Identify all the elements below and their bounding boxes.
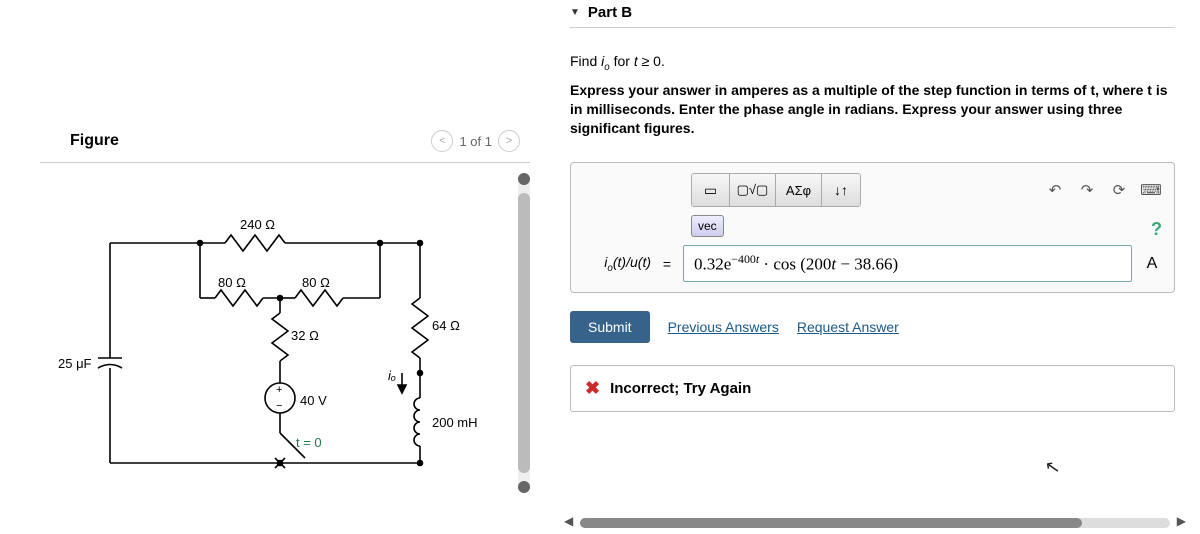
label-r64: 64 Ω (432, 318, 460, 333)
figure-title: Figure (70, 132, 119, 150)
label-r240: 240 Ω (240, 217, 275, 232)
label-r32: 32 Ω (291, 328, 319, 343)
answer-variable-label: io(t)/u(t) (581, 254, 651, 274)
undo-button[interactable]: ↶ (1042, 177, 1068, 203)
subscript-button[interactable]: ↓↑ (822, 174, 860, 206)
circuit-svg: + − (80, 203, 500, 483)
label-io: iₒ (388, 368, 396, 383)
label-t0: t = 0 (296, 435, 322, 450)
figure-vscroll[interactable] (518, 173, 530, 493)
figure-panel: Figure < 1 of 1 > (0, 0, 540, 534)
feedback-box: ✖ Incorrect; Try Again (570, 365, 1175, 412)
templates-button[interactable]: ▢√▢ (730, 174, 776, 206)
label-r80b: 80 Ω (302, 275, 330, 290)
keyboard-button[interactable]: ⌨ (1138, 177, 1164, 203)
part-header[interactable]: ▼ Part B (570, 0, 1175, 28)
label-l200: 200 mH (432, 415, 478, 430)
question-instructions: Express your answer in amperes as a mult… (570, 81, 1175, 138)
greek-button[interactable]: ΑΣφ (776, 174, 822, 206)
figure-pager: < 1 of 1 > (431, 130, 520, 152)
label-c25: 25 μF (58, 356, 92, 371)
answer-unit: A (1140, 255, 1164, 273)
equals-sign: = (659, 256, 675, 272)
redo-button[interactable]: ↷ (1074, 177, 1100, 203)
answer-input[interactable]: 0.32e−400t · cos (200t − 38.66) (683, 245, 1132, 282)
previous-answers-link[interactable]: Previous Answers (668, 319, 779, 335)
request-answer-link[interactable]: Request Answer (797, 319, 899, 335)
label-r80a: 80 Ω (218, 275, 246, 290)
figure-prev-button[interactable]: < (431, 130, 453, 152)
feedback-text: Incorrect; Try Again (610, 380, 751, 397)
circuit-diagram: + − 240 Ω 80 Ω 80 Ω 32 Ω 64 Ω 25 μF 40 V… (80, 203, 500, 483)
reset-button[interactable]: ⟳ (1106, 177, 1132, 203)
svg-text:−: − (276, 400, 282, 412)
toggle-math-button[interactable]: ▭ (692, 174, 730, 206)
figure-pager-text: 1 of 1 (459, 134, 492, 149)
incorrect-icon: ✖ (585, 378, 600, 399)
question-prompt: Find io for t ≥ 0. (570, 53, 1175, 73)
question-panel: ▼ Part B Find io for t ≥ 0. Express your… (540, 0, 1200, 534)
answer-box: ▭ ▢√▢ ΑΣφ ↓↑ ↶ ↷ ⟳ ⌨ vec ? io(t)/u(t) = … (570, 162, 1175, 293)
figure-next-button[interactable]: > (498, 130, 520, 152)
collapse-icon: ▼ (570, 7, 580, 18)
label-v40: 40 V (300, 393, 327, 408)
horizontal-scrollbar[interactable]: ◀ ▶ (580, 518, 1170, 528)
cursor-icon: ↖ (1043, 456, 1062, 479)
submit-button[interactable]: Submit (570, 311, 650, 343)
part-title: Part B (588, 4, 632, 21)
answer-toolbar: ▭ ▢√▢ ΑΣφ ↓↑ ↶ ↷ ⟳ ⌨ (581, 173, 1164, 207)
svg-text:+: + (276, 384, 282, 396)
help-button[interactable]: ? (1151, 219, 1162, 240)
vec-button[interactable]: vec (691, 215, 724, 237)
